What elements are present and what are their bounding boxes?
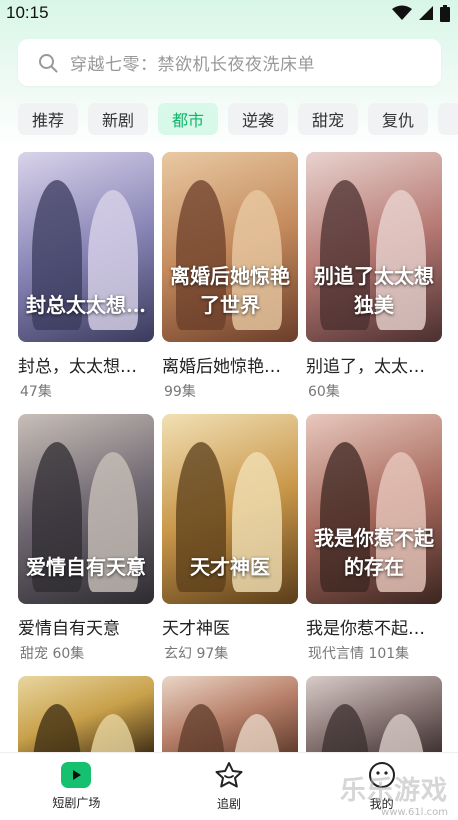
battery-icon <box>440 4 450 22</box>
status-icons <box>392 4 450 22</box>
poster-title: 天才神医 <box>190 555 270 579</box>
drama-card[interactable] <box>306 676 442 756</box>
watermark-logo: 乐乐游戏 <box>339 776 448 806</box>
drama-card[interactable]: 封总太太想… 封总，太太想… 47集 <box>18 152 154 414</box>
poster-figure <box>32 704 82 756</box>
drama-card[interactable]: 离婚后她惊艳了世界离婚后她惊艳… 99集 <box>162 152 298 414</box>
drama-poster[interactable] <box>18 676 154 756</box>
drama-poster[interactable]: 爱情自有天意 <box>18 414 154 604</box>
drama-meta: 99集 <box>164 384 196 400</box>
poster-title: 封总太太想… <box>26 293 146 317</box>
play-tile-icon <box>61 762 92 788</box>
drama-card[interactable]: 爱情自有天意 爱情自有天意甜宠 60集 <box>18 414 154 676</box>
watermark-url: www.61l.com <box>381 807 448 818</box>
drama-poster[interactable] <box>306 676 442 756</box>
search-icon <box>39 53 58 72</box>
tab-3[interactable]: 逆袭 <box>228 103 288 135</box>
poster-figure <box>176 704 226 756</box>
drama-poster[interactable]: 我是你惹不起的存在 <box>306 414 442 604</box>
category-tabs: 推荐新剧都市逆袭甜宠复仇现 <box>18 103 458 135</box>
wifi-icon <box>392 5 412 20</box>
drama-title[interactable]: 我是你惹不起… <box>306 614 442 639</box>
drama-title[interactable]: 封总，太太想… <box>18 352 154 377</box>
drama-poster[interactable]: 天才神医 <box>162 414 298 604</box>
poster-title: 我是你惹不起的存在 <box>314 526 434 579</box>
drama-poster[interactable]: 别追了太太想独美 <box>306 152 442 342</box>
search-placeholder: 穿越七零：禁欲机长夜夜洗床单 <box>70 55 315 75</box>
poster-title: 爱情自有天意 <box>26 555 146 579</box>
drama-title[interactable]: 爱情自有天意 <box>18 614 154 639</box>
star-icon <box>215 762 243 788</box>
tab-1[interactable]: 新剧 <box>88 103 148 135</box>
search-input[interactable]: 穿越七零：禁欲机长夜夜洗床单 <box>18 39 441 86</box>
drama-poster[interactable] <box>162 676 298 756</box>
drama-title[interactable]: 天才神医 <box>162 614 298 639</box>
drama-card[interactable] <box>162 676 298 756</box>
drama-meta: 玄幻 97集 <box>164 646 229 662</box>
tab-6[interactable]: 现 <box>438 103 458 135</box>
drama-card[interactable]: 别追了太太想独美别追了，太太… 60集 <box>306 152 442 414</box>
nav-item-square[interactable]: 短剧广场 <box>16 762 136 811</box>
tab-0[interactable]: 推荐 <box>18 103 78 135</box>
status-bar: 10:15 <box>0 0 458 26</box>
drama-meta: 47集 <box>20 384 52 400</box>
poster-figure <box>232 714 282 756</box>
poster-title: 离婚后她惊艳了世界 <box>170 264 290 317</box>
drama-card[interactable] <box>18 676 154 756</box>
nav-item-following[interactable]: 追剧 <box>169 761 289 812</box>
drama-poster[interactable]: 封总太太想… <box>18 152 154 342</box>
drama-grid: 封总太太想… 封总，太太想… 47集 离婚后她惊艳了世界离婚后她惊艳… 99集 别追了太太… <box>18 152 442 756</box>
poster-figure <box>88 714 138 756</box>
poster-figure <box>376 714 426 756</box>
drama-meta: 现代言情 101集 <box>308 646 410 662</box>
signal-icon <box>419 6 433 20</box>
drama-card[interactable]: 我是你惹不起的存在我是你惹不起… 现代言情 101集 <box>306 414 442 676</box>
drama-card[interactable]: 天才神医 天才神医 玄幻 97集 <box>162 414 298 676</box>
tab-4[interactable]: 甜宠 <box>298 103 358 135</box>
status-time: 10:15 <box>6 3 49 22</box>
poster-figure <box>320 704 370 756</box>
drama-meta: 60集 <box>308 384 340 400</box>
poster-title: 别追了太太想独美 <box>314 264 434 317</box>
nav-label: 追剧 <box>216 797 241 811</box>
nav-label: 短剧广场 <box>52 796 101 810</box>
drama-meta: 甜宠 60集 <box>20 646 85 662</box>
drama-title[interactable]: 离婚后她惊艳… <box>162 352 298 377</box>
drama-title[interactable]: 别追了，太太… <box>306 352 442 377</box>
tab-2[interactable]: 都市 <box>158 103 218 135</box>
drama-poster[interactable]: 离婚后她惊艳了世界 <box>162 152 298 342</box>
watermark: 乐乐游戏 www.61l.com <box>340 770 448 818</box>
tab-5[interactable]: 复仇 <box>368 103 428 135</box>
